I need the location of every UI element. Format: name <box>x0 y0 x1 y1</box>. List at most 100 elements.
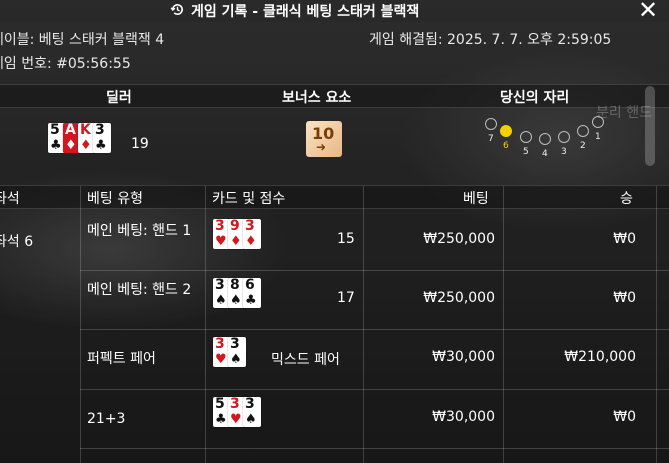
seat-number: 6 <box>503 141 509 151</box>
title-text: 게임 기록 - 클래식 베팅 스태커 블랙잭 <box>191 4 420 20</box>
card-suit-icon: ♠ <box>230 352 242 367</box>
hand-cards: 3 ♥ 9 ♦ 3 ♦ <box>213 218 261 249</box>
col-cards-score: 카드 및 점수 <box>212 191 286 207</box>
card-rank: 8 <box>230 277 240 293</box>
seat-marker-2 <box>577 125 589 137</box>
row-divider <box>80 270 669 271</box>
card-suit-icon: ♦ <box>230 234 242 249</box>
card-suit-icon: ♠ <box>245 412 257 427</box>
card-rank: A <box>65 122 76 138</box>
history-clock-icon <box>170 2 185 21</box>
divider <box>656 186 657 463</box>
scrollbar[interactable] <box>645 86 655 166</box>
col-bet-type: 베팅 유형 <box>87 191 143 207</box>
card-rank: 3 <box>245 396 255 412</box>
card-rank: 6 <box>245 277 255 293</box>
bet-amount-cell: ₩30,000 <box>432 408 495 425</box>
seat-number: 4 <box>542 149 548 159</box>
summary-header: 딜러 보너스 요소 당신의 자리 <box>0 84 669 108</box>
divider <box>363 186 364 463</box>
card-rank: 3 <box>215 277 225 293</box>
card-suit-icon: ♥ <box>215 234 227 249</box>
playing-card: 3 ♠ <box>243 397 261 427</box>
seat-marker-7 <box>485 118 497 130</box>
score-cell: 15 <box>337 230 355 247</box>
bet-type-cell: 21+3 <box>87 410 126 427</box>
seat-number: 1 <box>595 132 601 142</box>
window-title: 게임 기록 - 클래식 베팅 스태커 블랙잭 <box>170 1 419 21</box>
bonus-heading: 보너스 요소 <box>282 90 352 106</box>
card-rank: 5 <box>50 122 60 138</box>
seat-marker-4 <box>539 133 551 145</box>
divider <box>205 186 206 463</box>
close-icon[interactable]: ✕ <box>637 0 659 22</box>
bet-amount-cell: ₩30,000 <box>432 348 495 365</box>
playing-card: 3 ♦ <box>243 219 261 249</box>
seat-number: 2 <box>580 141 586 151</box>
card-rank: 9 <box>230 218 240 234</box>
seat-number: 5 <box>523 147 529 157</box>
row-divider <box>80 389 669 390</box>
card-suit-icon: ♦ <box>80 138 92 153</box>
bonus-suffix: ➜ <box>316 140 327 154</box>
card-suit-icon: ♣ <box>95 138 107 153</box>
col-bet: 베팅 <box>463 191 489 207</box>
row-divider <box>80 329 669 330</box>
dealer-heading: 딜러 <box>106 90 132 106</box>
divider <box>503 186 504 463</box>
seat-number: 3 <box>561 147 567 157</box>
seat-marker-6 <box>500 125 512 137</box>
card-rank: 3 <box>230 396 240 412</box>
seat-cell: 좌석 6 <box>0 234 34 250</box>
dealer-hand: 5 ♣ A ♦ K ♦ 3 ♣ <box>48 122 111 153</box>
bonus-multiplier-card: 10 ➜ <box>306 121 342 157</box>
bet-type-cell: 메인 베팅: 핸드 2 <box>87 281 192 298</box>
seat-marker-3 <box>558 131 570 143</box>
ghost-split-hand-text: 분리 핸드 <box>596 105 652 121</box>
card-rank: 3 <box>245 218 255 234</box>
card-rank: 3 <box>230 336 240 352</box>
card-suit-icon: ♦ <box>65 138 77 153</box>
card-rank: K <box>80 122 91 138</box>
title-bar: 게임 기록 - 클래식 베팅 스태커 블랙잭 ✕ <box>0 0 669 22</box>
card-rank: 3 <box>215 336 225 352</box>
hand-cards: 3 ♠ 8 ♠ 6 ♣ <box>213 277 261 308</box>
card-suit-icon: ♣ <box>50 138 62 153</box>
resolved-label: 게임 해결됨: 2025. 7. 7. 오후 2:59:05 <box>369 32 612 48</box>
win-amount-cell: ₩0 <box>613 230 636 247</box>
seat-marker-1 <box>592 116 604 128</box>
card-suit-icon: ♣ <box>245 293 257 308</box>
game-number-label: 게임 번호: #05:56:55 <box>0 56 131 72</box>
card-suit-icon: ♥ <box>230 412 242 427</box>
playing-card: 6 ♣ <box>243 278 261 308</box>
divider <box>80 186 81 463</box>
bet-amount-cell: ₩250,000 <box>423 230 495 247</box>
table-label: 테이블: 베팅 스태커 블랙잭 4 <box>0 32 165 48</box>
bet-type-cell: 퍼펙트 페어 <box>87 350 156 367</box>
card-suit-icon: ♠ <box>215 293 227 308</box>
win-amount-cell: ₩210,000 <box>564 348 636 365</box>
score-cell: 믹스드 페어 <box>271 351 340 368</box>
hand-cards: 5 ♣ 3 ♥ 3 ♠ <box>213 396 261 427</box>
bet-amount-cell: ₩250,000 <box>423 289 495 306</box>
card-suit-icon: ♥ <box>215 352 227 367</box>
row-divider <box>80 448 669 449</box>
card-rank: 3 <box>215 218 225 234</box>
card-suit-icon: ♣ <box>215 412 227 427</box>
win-amount-cell: ₩0 <box>613 289 636 306</box>
playing-card: 3 ♣ <box>93 123 111 153</box>
playing-card: 3 ♠ <box>228 337 246 367</box>
win-amount-cell: ₩0 <box>613 408 636 425</box>
dealer-score: 19 <box>131 136 149 152</box>
seat-heading: 당신의 자리 <box>500 90 570 106</box>
seat-number: 7 <box>488 134 494 144</box>
col-seat: 좌석 <box>0 191 20 207</box>
card-rank: 3 <box>95 122 105 138</box>
card-rank: 5 <box>215 396 225 412</box>
hand-cards: 3 ♥ 3 ♠ <box>213 336 246 367</box>
score-cell: 17 <box>337 289 355 306</box>
card-suit-icon: ♠ <box>230 293 242 308</box>
bet-type-cell: 메인 베팅: 핸드 1 <box>87 222 192 239</box>
col-win: 승 <box>620 191 633 207</box>
seat-marker-5 <box>520 131 532 143</box>
